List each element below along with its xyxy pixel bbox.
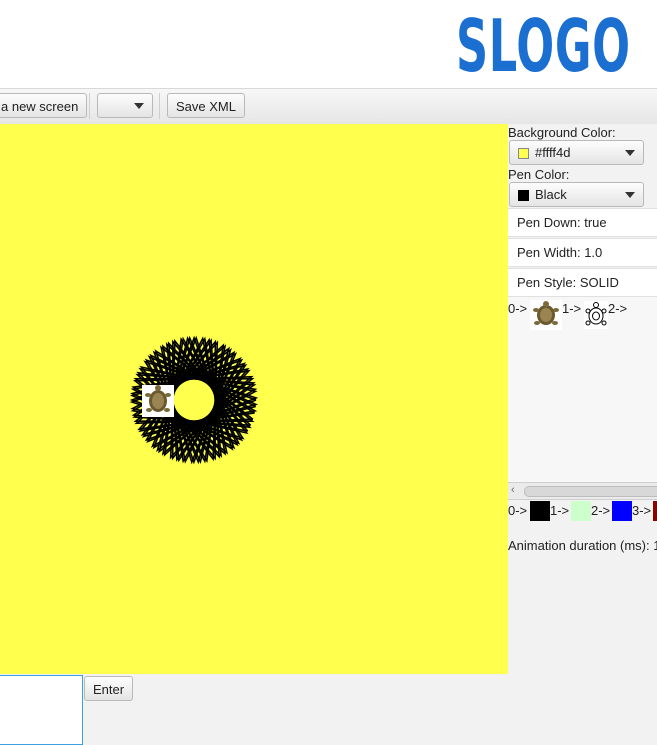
turtle-image-index: 0-> [508,301,528,316]
pen-down-text: Pen Down: true [517,215,607,230]
palette-swatch[interactable] [530,501,550,521]
toolbar: a new screen Save XML [0,88,657,125]
horizontal-scrollbar[interactable]: ‹ [508,482,657,500]
pen-color-label: Pen Color: [508,167,570,182]
header: SLOGO [0,0,657,88]
chevron-down-icon [134,103,144,109]
turtle-image-list[interactable]: 0-> 1-> 2-> [508,297,657,482]
settings-panel: Background Color: #ffff4d Pen Color: Bla… [508,124,657,674]
pen-width-text: Pen Width: 1.0 [517,245,603,260]
palette-index: 2-> [591,503,611,518]
command-input[interactable] [0,675,83,745]
palette-swatch[interactable] [653,501,657,521]
chevron-down-icon [625,192,635,198]
pen-style-text: Pen Style: SOLID [517,275,619,290]
toolbar-separator [159,93,160,119]
pen-color-swatch [518,190,529,201]
pen-color-picker[interactable]: Black [509,182,644,207]
background-color-picker[interactable]: #ffff4d [509,140,644,165]
palette-index: 1-> [550,503,570,518]
animation-duration-label: Animation duration (ms): 1 [508,538,657,553]
toolbar-separator [89,93,90,119]
palette-index: 3-> [632,503,652,518]
turtle-canvas[interactable] [0,124,508,674]
pen-down-row: Pen Down: true [508,208,657,237]
turtle-image-index: 1-> [562,301,582,316]
palette-swatch[interactable] [612,501,632,521]
scrollbar-thumb[interactable] [524,486,657,497]
palette-swatch[interactable] [571,501,591,521]
save-xml-button[interactable]: Save XML [167,93,245,118]
turtle-image-index: 2-> [608,301,628,316]
background-color-value: #ffff4d [535,145,571,160]
scroll-left-icon[interactable]: ‹ [511,483,515,498]
palette-index: 0-> [508,503,528,518]
new-screen-button[interactable]: a new screen [0,93,88,118]
turtle-sprite-icon [142,385,174,417]
enter-button[interactable]: Enter [84,676,134,701]
pen-width-row: Pen Width: 1.0 [508,238,657,267]
background-color-label: Background Color: [508,125,616,140]
background-color-swatch [518,148,529,159]
turtle-photo-icon[interactable] [530,300,562,330]
chevron-down-icon [625,150,635,156]
slogo-logo: SLOGO [456,4,631,88]
drawing-surface [129,335,259,465]
pen-color-value: Black [535,187,567,202]
toolbar-dropdown[interactable] [97,93,153,118]
pen-style-row: Pen Style: SOLID [508,268,657,297]
turtle-outline-icon[interactable] [584,301,608,329]
